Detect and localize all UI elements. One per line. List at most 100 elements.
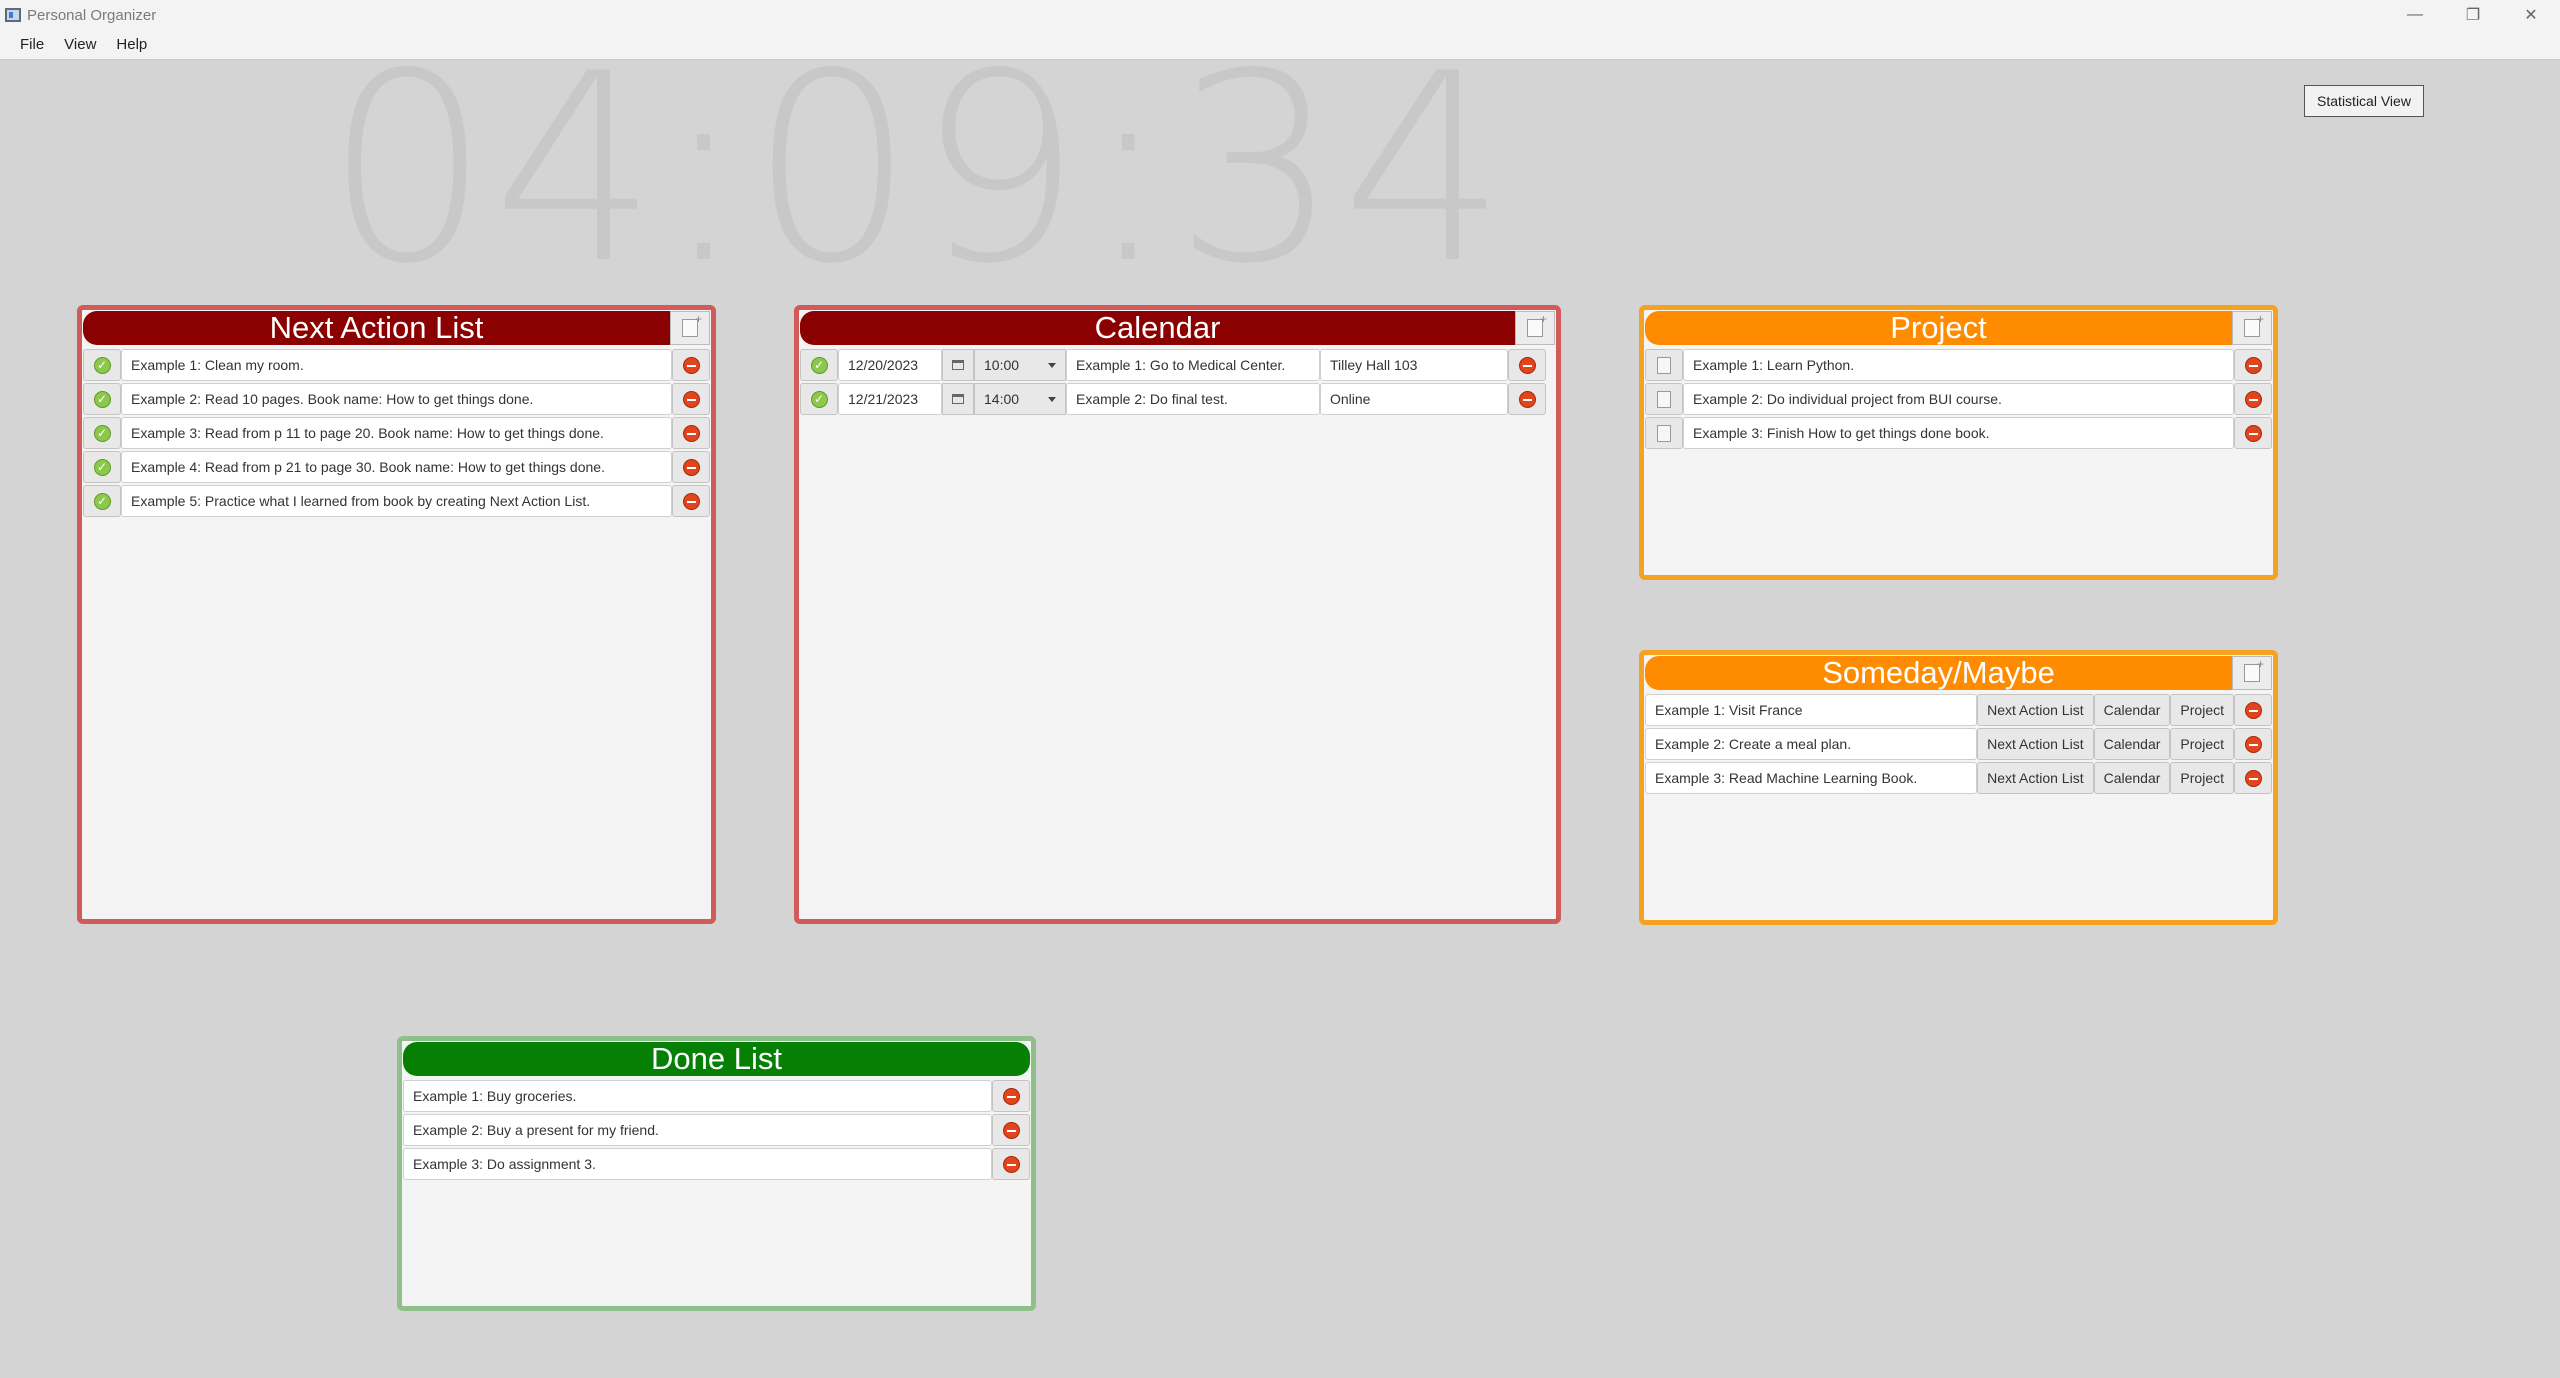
move-to-calendar-button[interactable]: Calendar: [2093, 728, 2171, 760]
remove-icon: [2244, 735, 2262, 753]
move-to-project-button[interactable]: Project: [2170, 728, 2234, 760]
done-field[interactable]: Example 1: Buy groceries.: [403, 1080, 992, 1112]
statistical-view-button[interactable]: Statistical View: [2304, 85, 2424, 117]
done-header: Done List: [403, 1042, 1030, 1076]
date-picker-button[interactable]: [942, 349, 974, 381]
move-to-project-button[interactable]: Project: [2170, 694, 2234, 726]
list-item: ✓ 12/20/2023 10:00 Example 1: Go to Medi…: [800, 349, 1555, 383]
move-to-next-action-button[interactable]: Next Action List: [1977, 728, 2094, 760]
delete-button[interactable]: [2234, 728, 2272, 760]
project-field[interactable]: Example 3: Finish How to get things done…: [1683, 417, 2234, 449]
add-note-icon: [682, 312, 702, 337]
close-button[interactable]: ✕: [2502, 0, 2560, 30]
complete-button[interactable]: ✓: [800, 349, 838, 381]
list-item: ✓ Example 5: Practice what I learned fro…: [83, 485, 710, 519]
done-field[interactable]: Example 3: Do assignment 3.: [403, 1148, 992, 1180]
menu-file[interactable]: File: [10, 36, 54, 53]
remove-icon: [2244, 769, 2262, 787]
remove-icon: [1002, 1121, 1020, 1139]
someday-header: Someday/Maybe: [1645, 656, 2272, 690]
remove-icon: [1518, 390, 1536, 408]
digital-clock: 04:09:34: [325, 19, 1509, 321]
open-project-button[interactable]: [1645, 349, 1683, 381]
delete-button[interactable]: [1508, 383, 1546, 415]
menu-help[interactable]: Help: [106, 36, 157, 53]
task-field[interactable]: Example 1: Go to Medical Center.: [1066, 349, 1320, 381]
done-field[interactable]: Example 2: Buy a present for my friend.: [403, 1114, 992, 1146]
task-field[interactable]: Example 1: Clean my room.: [121, 349, 672, 381]
delete-button[interactable]: [2234, 762, 2272, 794]
remove-icon: [2244, 424, 2262, 442]
task-field[interactable]: Example 5: Practice what I learned from …: [121, 485, 672, 517]
time-select[interactable]: 14:00: [974, 383, 1066, 415]
check-icon: ✓: [810, 390, 828, 408]
list-item: Example 3: Finish How to get things done…: [1645, 417, 2272, 451]
project-panel: Project Example 1: Learn Python. Example…: [1639, 305, 2278, 580]
move-to-next-action-button[interactable]: Next Action List: [1977, 762, 2094, 794]
delete-button[interactable]: [2234, 417, 2272, 449]
task-field[interactable]: Example 3: Read from p 11 to page 20. Bo…: [121, 417, 672, 449]
task-field[interactable]: Example 2: Do final test.: [1066, 383, 1320, 415]
delete-button[interactable]: [672, 349, 710, 381]
restore-button[interactable]: ❐: [2444, 0, 2502, 30]
check-icon: ✓: [810, 356, 828, 374]
complete-button[interactable]: ✓: [83, 451, 121, 483]
open-project-button[interactable]: [1645, 417, 1683, 449]
panel-title: Next Action List: [269, 310, 484, 345]
add-item-button[interactable]: [670, 311, 710, 345]
delete-button[interactable]: [992, 1080, 1030, 1112]
remove-icon: [682, 424, 700, 442]
delete-button[interactable]: [672, 485, 710, 517]
delete-button[interactable]: [2234, 383, 2272, 415]
check-icon: ✓: [93, 492, 111, 510]
location-field[interactable]: Online: [1320, 383, 1508, 415]
calendar-panel: Calendar ✓ 12/20/2023 10:00 Example 1: G…: [794, 305, 1561, 924]
time-select[interactable]: 10:00: [974, 349, 1066, 381]
list-item: ✓ Example 3: Read from p 11 to page 20. …: [83, 417, 710, 451]
move-to-calendar-button[interactable]: Calendar: [2093, 694, 2171, 726]
delete-button[interactable]: [2234, 349, 2272, 381]
task-field[interactable]: Example 2: Read 10 pages. Book name: How…: [121, 383, 672, 415]
check-icon: ✓: [93, 424, 111, 442]
complete-button[interactable]: ✓: [83, 349, 121, 381]
idea-field[interactable]: Example 3: Read Machine Learning Book.: [1645, 762, 1978, 794]
delete-button[interactable]: [992, 1148, 1030, 1180]
add-note-icon: [2244, 657, 2264, 682]
idea-field[interactable]: Example 1: Visit France: [1645, 694, 1978, 726]
idea-field[interactable]: Example 2: Create a meal plan.: [1645, 728, 1978, 760]
list-item: Example 1: Visit France Next Action List…: [1645, 694, 2272, 728]
menu-view[interactable]: View: [54, 36, 106, 53]
delete-button[interactable]: [2234, 694, 2272, 726]
complete-button[interactable]: ✓: [83, 485, 121, 517]
add-item-button[interactable]: [1515, 311, 1555, 345]
date-field[interactable]: 12/21/2023: [838, 383, 942, 415]
task-field[interactable]: Example 4: Read from p 21 to page 30. Bo…: [121, 451, 672, 483]
delete-button[interactable]: [672, 417, 710, 449]
document-icon: [1657, 424, 1671, 442]
date-picker-button[interactable]: [942, 383, 974, 415]
complete-button[interactable]: ✓: [83, 417, 121, 449]
delete-button[interactable]: [992, 1114, 1030, 1146]
next-action-header: Next Action List: [83, 311, 710, 345]
move-to-project-button[interactable]: Project: [2170, 762, 2234, 794]
open-project-button[interactable]: [1645, 383, 1683, 415]
delete-button[interactable]: [672, 383, 710, 415]
add-item-button[interactable]: [2232, 656, 2272, 690]
move-to-next-action-button[interactable]: Next Action List: [1977, 694, 2094, 726]
document-icon: [1657, 390, 1671, 408]
list-item: Example 3: Read Machine Learning Book. N…: [1645, 762, 2272, 796]
complete-button[interactable]: ✓: [83, 383, 121, 415]
list-item: ✓ Example 2: Read 10 pages. Book name: H…: [83, 383, 710, 417]
delete-button[interactable]: [1508, 349, 1546, 381]
add-item-button[interactable]: [2232, 311, 2272, 345]
calendar-list: ✓ 12/20/2023 10:00 Example 1: Go to Medi…: [799, 349, 1556, 417]
location-field[interactable]: Tilley Hall 103: [1320, 349, 1508, 381]
check-icon: ✓: [93, 458, 111, 476]
complete-button[interactable]: ✓: [800, 383, 838, 415]
minimize-button[interactable]: —: [2386, 0, 2444, 30]
date-field[interactable]: 12/20/2023: [838, 349, 942, 381]
project-field[interactable]: Example 1: Learn Python.: [1683, 349, 2234, 381]
project-field[interactable]: Example 2: Do individual project from BU…: [1683, 383, 2234, 415]
move-to-calendar-button[interactable]: Calendar: [2093, 762, 2171, 794]
delete-button[interactable]: [672, 451, 710, 483]
